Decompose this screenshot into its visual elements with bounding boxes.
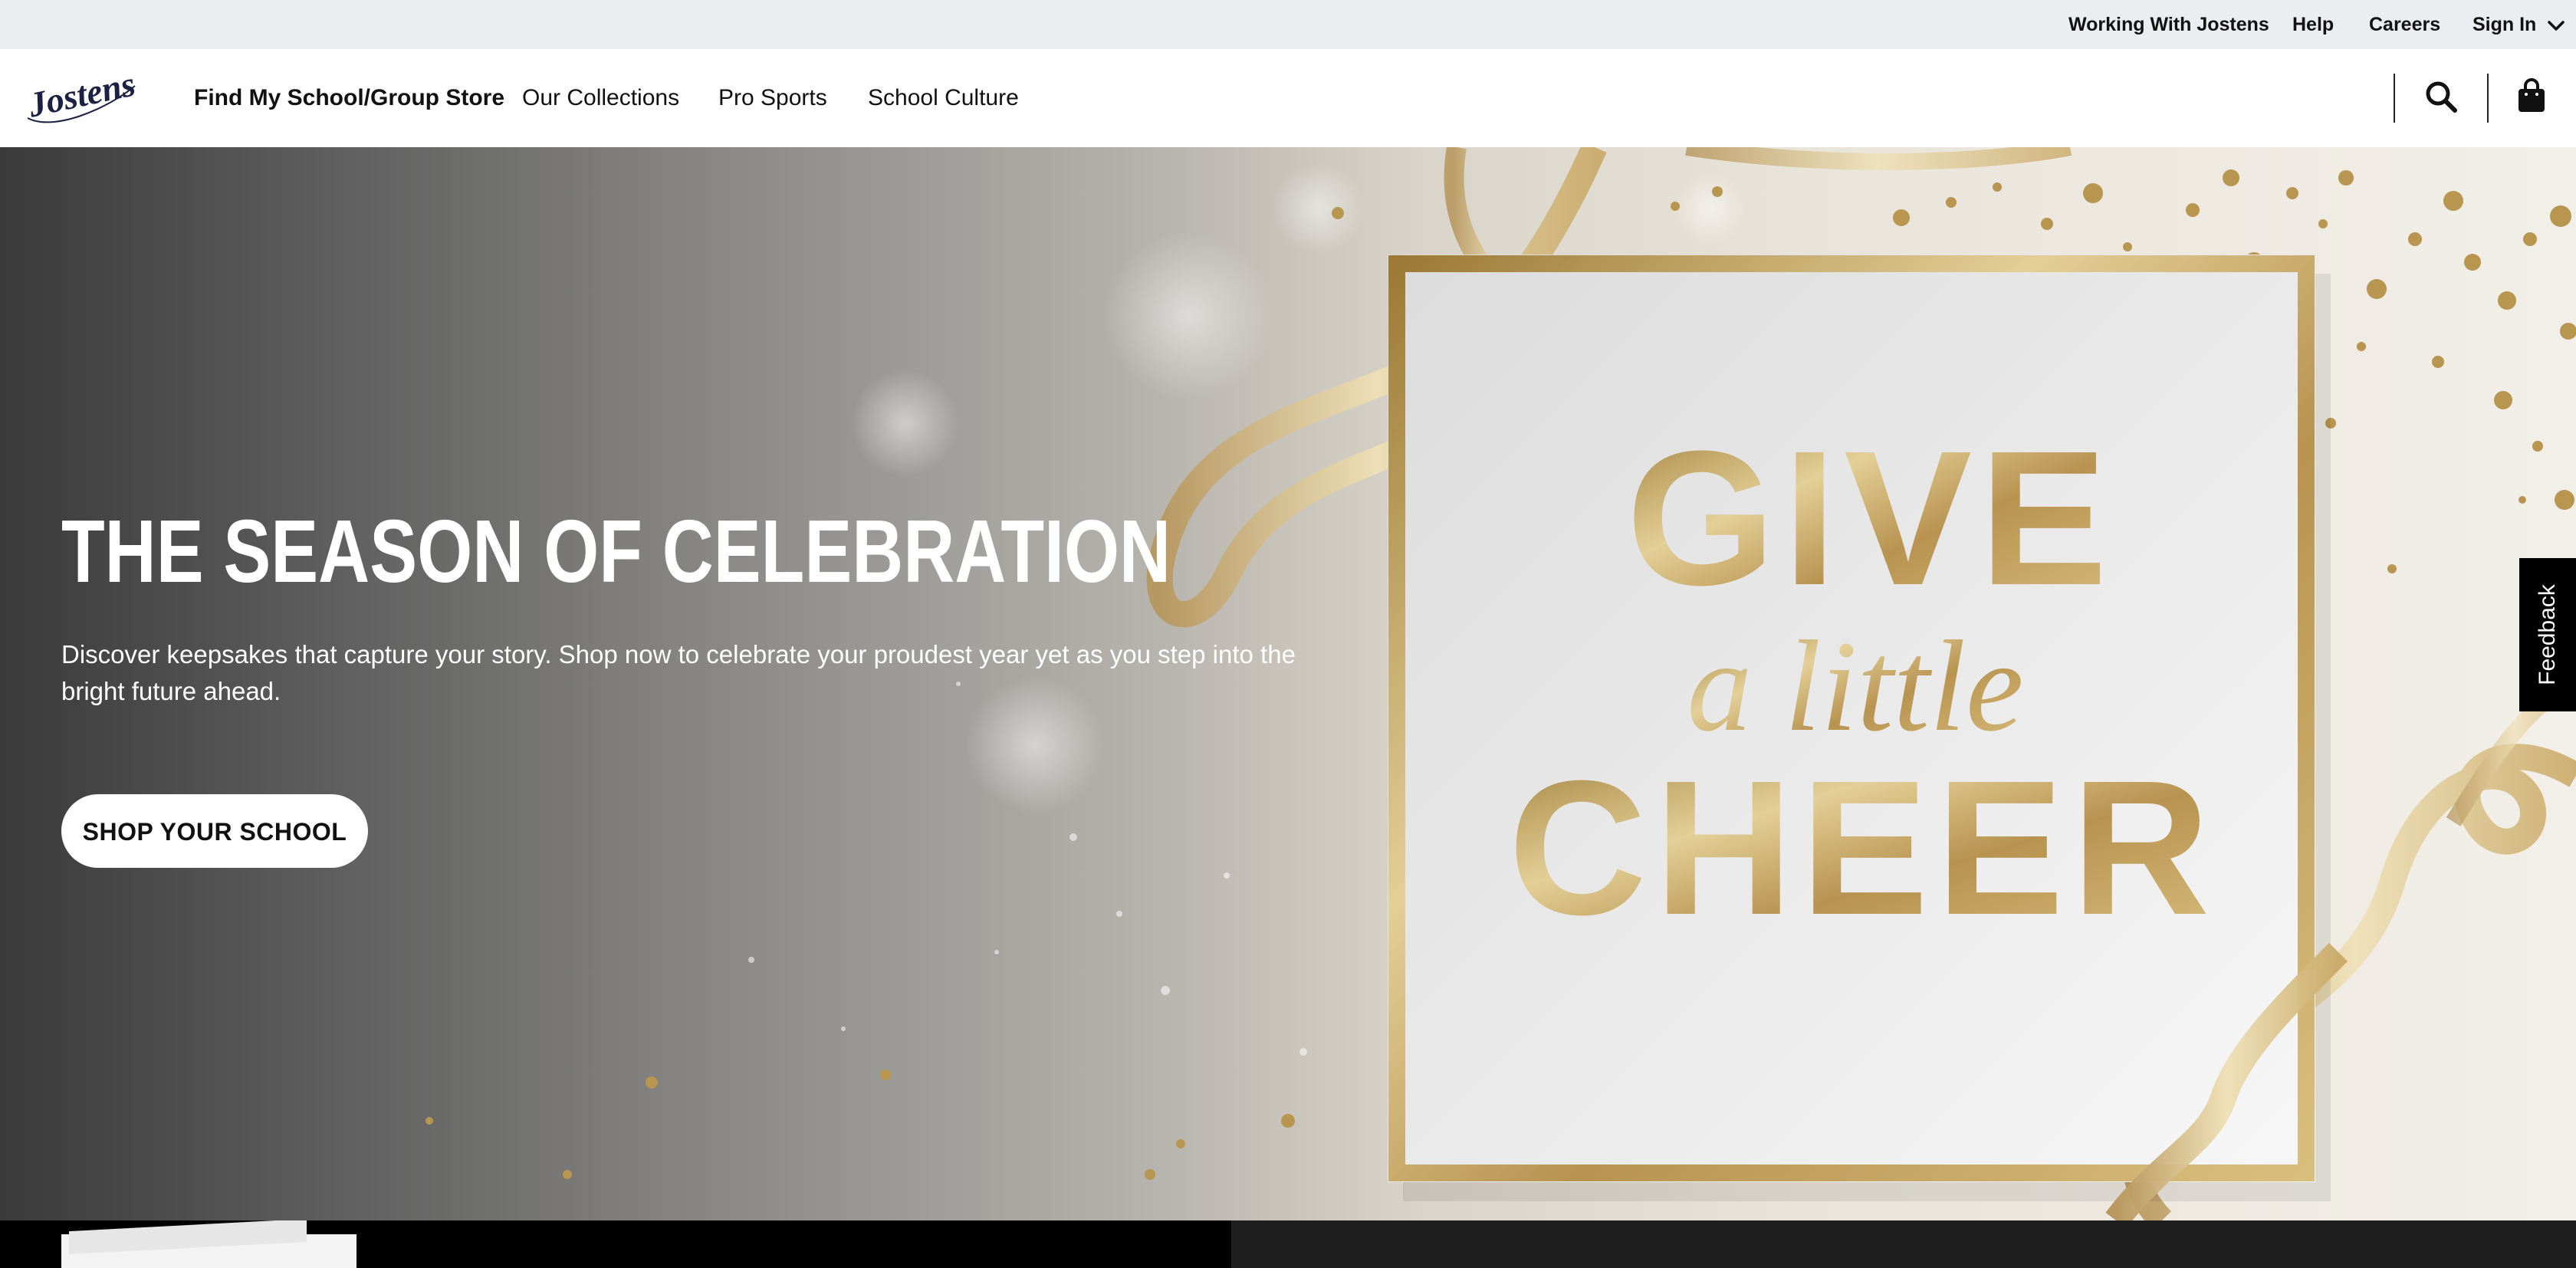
art-cheer-text: CHEER bbox=[1508, 741, 2217, 954]
sign-in-label: Sign In bbox=[2472, 14, 2537, 35]
working-with-jostens-link[interactable]: Working With Jostens bbox=[2068, 0, 2269, 49]
nav-find-my-school[interactable]: Find My School/Group Store bbox=[194, 49, 504, 147]
jostens-wordmark-icon: Jostens bbox=[25, 64, 139, 124]
careers-link[interactable]: Careers bbox=[2369, 0, 2440, 49]
chevron-down-icon bbox=[2548, 1, 2565, 50]
shop-your-school-button[interactable]: SHOP YOUR SCHOOL bbox=[61, 794, 368, 868]
header-divider bbox=[2487, 74, 2489, 123]
sign-in-menu[interactable]: Sign In bbox=[2472, 0, 2565, 50]
next-section-right bbox=[1231, 1220, 2576, 1268]
art-a-little-text: a little bbox=[1687, 614, 2023, 758]
hero-description: Discover keepsakes that capture your sto… bbox=[61, 640, 1296, 705]
help-link[interactable]: Help bbox=[2292, 0, 2334, 49]
utility-bar: Working With Jostens Help Careers Sign I… bbox=[0, 0, 2576, 49]
shopping-bag-icon[interactable] bbox=[2516, 78, 2547, 113]
nav-school-culture[interactable]: School Culture bbox=[868, 49, 1019, 147]
hero-banner: GIVE a little CHEER THE SEASON OF CELEBR… bbox=[0, 147, 2576, 1220]
art-give-text: GIVE bbox=[1626, 411, 2114, 625]
feedback-label: Feedback bbox=[2535, 584, 2560, 685]
next-section-left bbox=[0, 1220, 1231, 1268]
header-divider bbox=[2394, 74, 2395, 123]
nav-our-collections[interactable]: Our Collections bbox=[522, 49, 679, 147]
search-icon[interactable] bbox=[2424, 80, 2458, 113]
hero-title: THE SEASON OF CELEBRATION bbox=[61, 501, 1171, 601]
nav-pro-sports[interactable]: Pro Sports bbox=[718, 49, 827, 147]
jostens-logo[interactable]: Jostens bbox=[23, 63, 139, 132]
feedback-tab[interactable]: Feedback bbox=[2519, 558, 2576, 711]
